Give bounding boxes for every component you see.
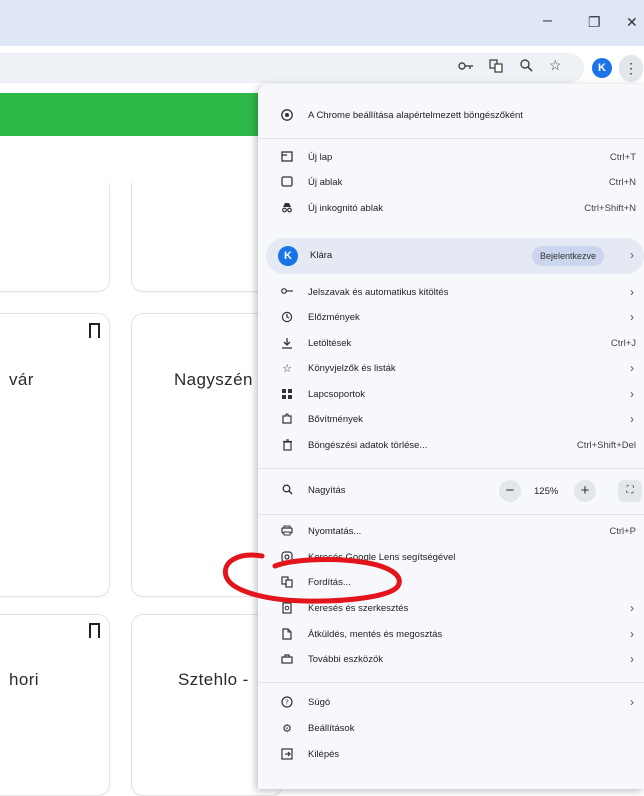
- red-annotation-circle: [222, 552, 402, 604]
